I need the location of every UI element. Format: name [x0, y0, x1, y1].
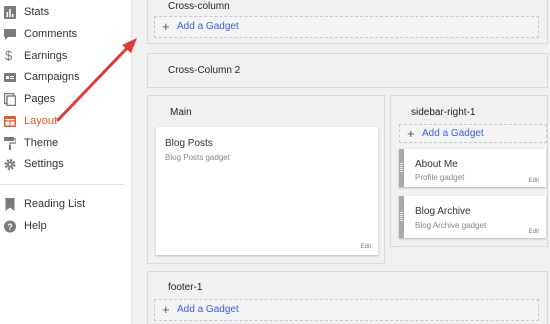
nav-label: Earnings: [24, 50, 68, 62]
edit-link[interactable]: Edit: [529, 229, 539, 235]
add-gadget-label: Add a Gadget: [422, 128, 484, 139]
nav-label: Layout: [24, 115, 58, 127]
sidebar-divider: [0, 184, 124, 185]
drag-handle[interactable]: [399, 149, 404, 187]
comments-icon: [4, 29, 16, 40]
nav-item-layout[interactable]: Layout: [0, 111, 131, 133]
nav-item-campaigns[interactable]: Campaigns: [0, 67, 131, 89]
dollar-icon: $: [5, 48, 13, 63]
nav-label: Campaigns: [24, 71, 80, 83]
add-gadget-button[interactable]: + Add a Gadget: [399, 124, 547, 143]
nav-label: Theme: [24, 137, 59, 149]
footer-section: footer-1 + Add a Gadget: [147, 271, 548, 324]
nav-item-stats[interactable]: Stats: [0, 2, 131, 24]
nav-label: Reading List: [24, 198, 86, 210]
nav-item-comments[interactable]: Comments: [0, 24, 131, 46]
plus-icon: +: [162, 302, 170, 317]
main-section: Main Blog Posts Blog Posts gadget Edit: [147, 95, 385, 264]
cross-column-section: Cross-column + Add a Gadget: [147, 0, 548, 44]
nav-item-settings[interactable]: Settings: [0, 154, 131, 176]
sidebar-nav: Stats Comments $ Earnings Campaigns Page…: [0, 0, 132, 324]
add-gadget-button[interactable]: + Add a Gadget: [154, 299, 539, 321]
gadget-about-me[interactable]: About Me Profile gadget Edit: [399, 149, 546, 187]
nav-item-reading-list[interactable]: Reading List: [0, 194, 131, 216]
section-title: Main: [170, 107, 192, 118]
gadget-subtitle: Blog Archive gadget: [415, 221, 487, 230]
cross-column-2-section: Cross-Column 2: [147, 53, 548, 88]
sidebar-right-section: sidebar-right-1 + Add a Gadget About Me …: [390, 95, 548, 247]
pages-icon: [4, 93, 16, 106]
campaigns-icon: [4, 73, 16, 82]
nav-item-pages[interactable]: Pages: [0, 89, 131, 111]
nav-label: Comments: [24, 28, 78, 40]
help-icon: ?: [4, 220, 16, 233]
gear-icon: [4, 159, 16, 170]
section-title: sidebar-right-1: [411, 107, 476, 118]
svg-text:?: ?: [7, 222, 13, 232]
plus-icon: +: [162, 19, 170, 34]
add-gadget-button[interactable]: + Add a Gadget: [154, 16, 539, 38]
gadget-subtitle: Profile gadget: [415, 173, 465, 182]
gadget-subtitle: Blog Posts gadget: [165, 153, 230, 162]
nav-label: Pages: [24, 93, 56, 105]
layout-icon: [4, 116, 16, 127]
bookmark-icon: [5, 198, 15, 211]
section-title: footer-1: [168, 282, 203, 293]
nav-item-theme[interactable]: Theme: [0, 133, 131, 155]
add-gadget-label: Add a Gadget: [177, 304, 239, 315]
nav-item-earnings[interactable]: $ Earnings: [0, 46, 131, 68]
gadget-title: Blog Archive: [415, 206, 471, 217]
nav-label: Stats: [24, 6, 50, 18]
stats-icon: [4, 6, 16, 19]
edit-link[interactable]: Edit: [361, 244, 371, 250]
add-gadget-label: Add a Gadget: [177, 21, 239, 32]
edit-link[interactable]: Edit: [529, 178, 539, 184]
gadget-title: About Me: [415, 159, 458, 170]
section-title: Cross-column: [168, 1, 230, 12]
paint-roller-icon: [4, 137, 16, 150]
nav-label: Settings: [24, 158, 64, 170]
section-title: Cross-Column 2: [168, 65, 241, 76]
nav-item-help[interactable]: ? Help: [0, 216, 131, 238]
gadget-blog-archive[interactable]: Blog Archive Blog Archive gadget Edit: [399, 196, 546, 238]
nav-label: Help: [24, 220, 47, 232]
gadget-title: Blog Posts: [165, 138, 213, 149]
drag-handle[interactable]: [399, 196, 404, 238]
plus-icon: +: [407, 126, 415, 141]
gadget-blog-posts[interactable]: Blog Posts Blog Posts gadget Edit: [156, 127, 378, 255]
